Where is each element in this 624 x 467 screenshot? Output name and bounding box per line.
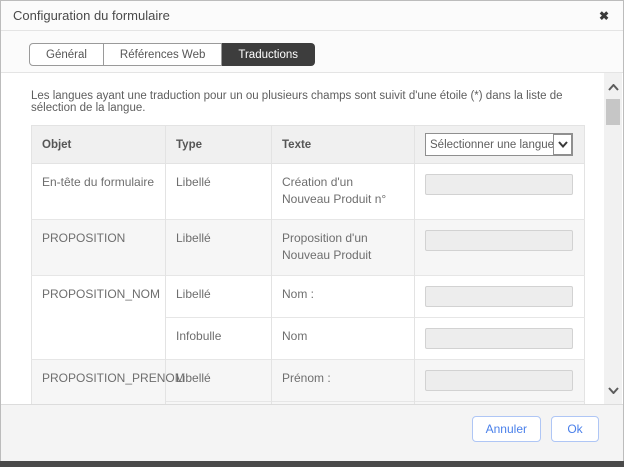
table-row: PROPOSITION_NOMLibelléNom :: [32, 275, 585, 317]
type-cell: Infobulle: [166, 317, 272, 359]
translation-input[interactable]: [425, 370, 573, 391]
translation-input[interactable]: [425, 174, 573, 195]
object-cell: PROPOSITION_NOM: [32, 275, 166, 359]
translations-table: Objet Type Texte Sélectionner une langue…: [31, 125, 585, 404]
translation-input[interactable]: [425, 286, 573, 307]
object-cell: PROPOSITION: [32, 219, 166, 275]
close-icon[interactable]: ✖: [597, 8, 611, 24]
table-row: PROPOSITION_PRENOMLibelléPrénom :: [32, 359, 585, 401]
text-cell: Nom: [272, 317, 415, 359]
dialog-footer: Annuler Ok: [1, 404, 623, 461]
type-cell: Libellé: [166, 164, 272, 220]
language-select[interactable]: Sélectionner une langue ...: [425, 133, 573, 156]
background-strip: [0, 461, 624, 467]
language-select-value: Sélectionner une langue ...: [426, 139, 553, 151]
text-cell: Nom :: [272, 275, 415, 317]
translation-cell: [415, 219, 585, 275]
column-header-objet: Objet: [32, 126, 166, 164]
scrollbar-thumb[interactable]: [606, 99, 620, 125]
translation-input[interactable]: [425, 230, 573, 251]
type-cell: Libellé: [166, 275, 272, 317]
translation-cell: [415, 275, 585, 317]
vertical-scrollbar[interactable]: [604, 73, 622, 404]
text-cell: Proposition d'un Nouveau Produit: [272, 219, 415, 275]
tab-general[interactable]: Général: [29, 43, 104, 66]
type-cell: Libellé: [166, 219, 272, 275]
type-cell: Libellé: [166, 359, 272, 401]
cancel-button[interactable]: Annuler: [472, 416, 541, 442]
object-cell: En-tête du formulaire: [32, 164, 166, 220]
text-cell: Création d'un Nouveau Produit n°: [272, 164, 415, 220]
dialog-titlebar: Configuration du formulaire ✖: [1, 1, 623, 31]
table-row: En-tête du formulaireLibelléCréation d'u…: [32, 164, 585, 220]
text-cell: Prénom :: [272, 359, 415, 401]
tab-strip: Général Références Web Traductions: [1, 31, 623, 73]
translations-panel: Les langues ayant une traduction pour un…: [1, 73, 623, 404]
tab-traductions[interactable]: Traductions: [222, 43, 315, 66]
column-header-texte: Texte: [272, 126, 415, 164]
tab-references-web[interactable]: Références Web: [104, 43, 222, 66]
translation-input[interactable]: [425, 328, 573, 349]
dialog-title: Configuration du formulaire: [13, 8, 597, 23]
translation-cell: [415, 164, 585, 220]
translations-table-body: En-tête du formulaireLibelléCréation d'u…: [32, 164, 585, 405]
object-cell: PROPOSITION_PRENOM: [32, 359, 166, 404]
chevron-down-icon[interactable]: [553, 134, 572, 155]
table-row: PROPOSITIONLibelléProposition d'un Nouve…: [32, 219, 585, 275]
column-header-type: Type: [166, 126, 272, 164]
form-configuration-dialog: Configuration du formulaire ✖ Général Ré…: [0, 0, 624, 461]
translation-cell: [415, 401, 585, 404]
type-cell: Infobulle: [166, 401, 272, 404]
info-text: Les langues ayant une traduction pour un…: [1, 73, 623, 114]
ok-button[interactable]: Ok: [551, 416, 599, 442]
text-cell: Prénom: [272, 401, 415, 404]
translation-cell: [415, 359, 585, 401]
table-header-row: Objet Type Texte Sélectionner une langue…: [32, 126, 585, 164]
scroll-down-icon[interactable]: [604, 382, 622, 398]
scroll-up-icon[interactable]: [604, 79, 622, 95]
translation-cell: [415, 317, 585, 359]
tab-group: Général Références Web Traductions: [29, 43, 315, 66]
